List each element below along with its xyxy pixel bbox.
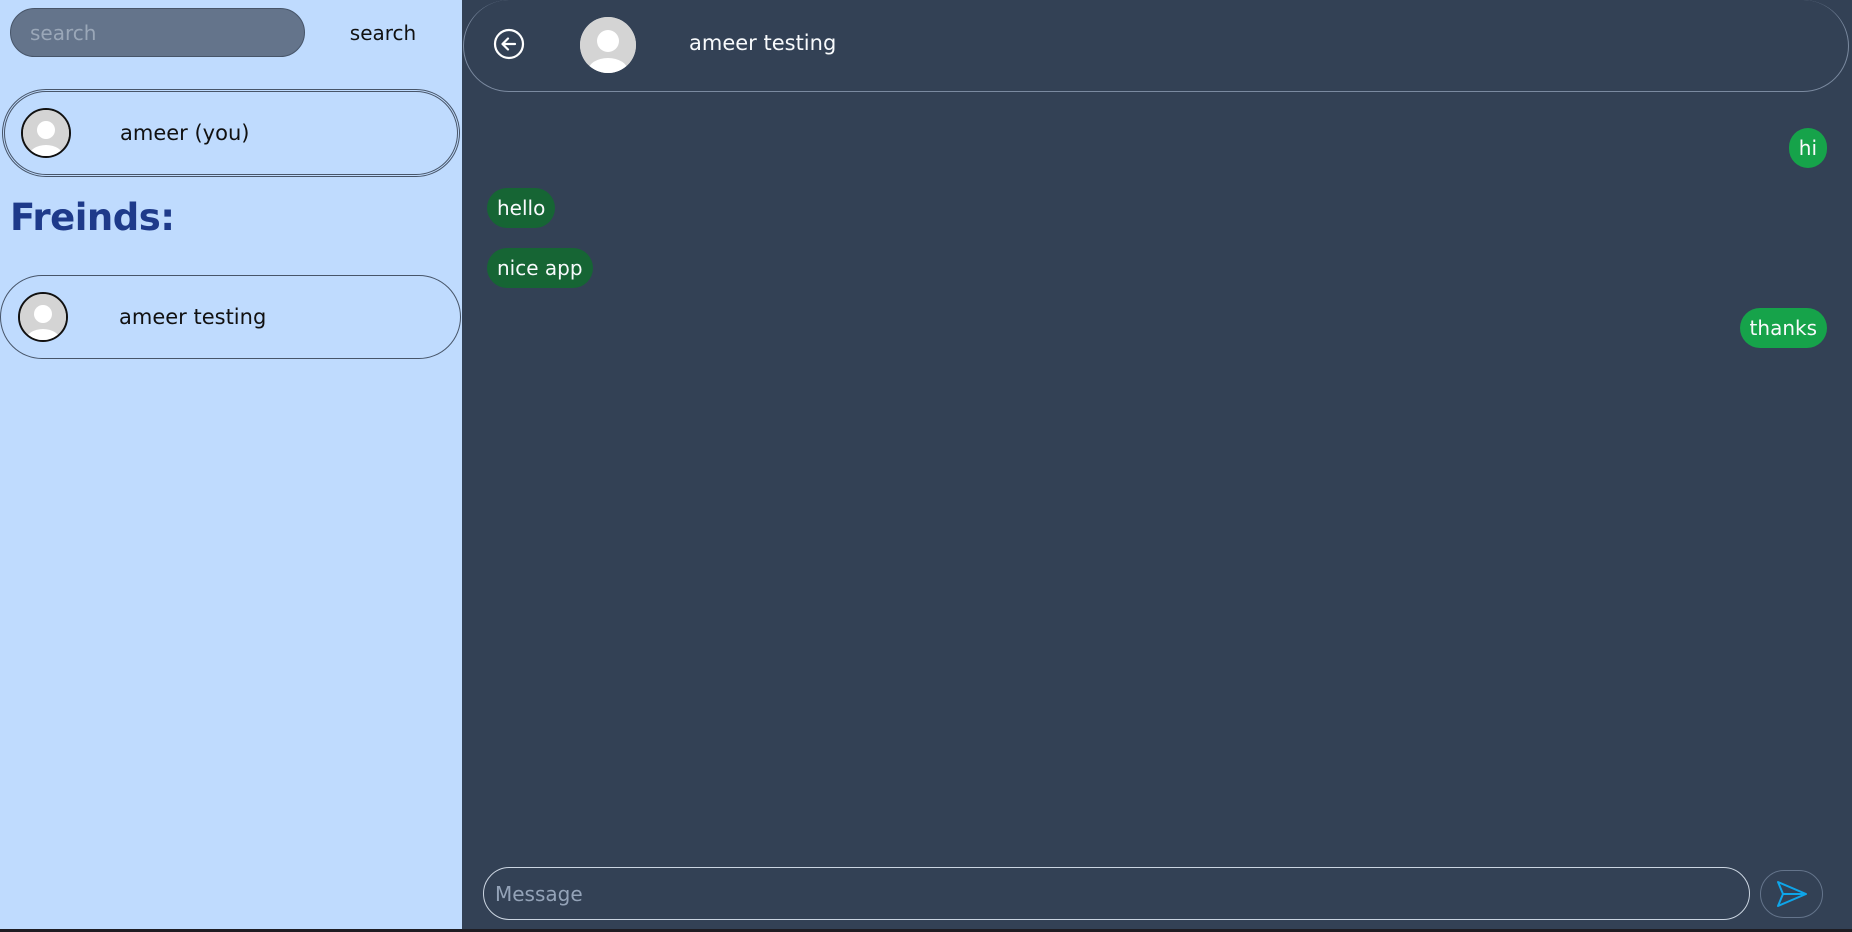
friends-heading: Freinds: <box>10 196 175 239</box>
message-received: hello <box>487 188 556 228</box>
search-button[interactable]: search <box>319 8 447 57</box>
current-user-card[interactable]: ameer (you) <box>2 89 460 177</box>
user-avatar-icon <box>18 292 68 342</box>
message-input[interactable] <box>483 867 1751 920</box>
send-button[interactable] <box>1760 869 1823 918</box>
contact-avatar-icon <box>580 17 636 73</box>
chat-header: ameer testing <box>463 0 1849 92</box>
current-user-name: ameer (you) <box>120 121 250 145</box>
friend-name: ameer testing <box>119 305 267 329</box>
contact-name: ameer testing <box>689 31 837 55</box>
message-sent: thanks <box>1739 308 1827 348</box>
sidebar: search ameer (you) Freinds: ame <box>0 0 462 929</box>
arrow-left-circle-icon <box>493 28 525 60</box>
chat-panel: ameer testing hi hello nice app thanks <box>462 0 1852 929</box>
message-received: nice app <box>487 248 593 288</box>
user-avatar-icon <box>21 108 71 158</box>
message-sent: hi <box>1788 128 1827 168</box>
paper-plane-icon <box>1776 880 1807 907</box>
friend-item[interactable]: ameer testing <box>0 275 461 359</box>
search-bar: search <box>10 8 447 57</box>
message-composer <box>483 866 1823 921</box>
chat-app: search ameer (you) Freinds: ame <box>0 0 1852 929</box>
back-button[interactable] <box>493 28 525 60</box>
search-input[interactable] <box>10 8 305 57</box>
